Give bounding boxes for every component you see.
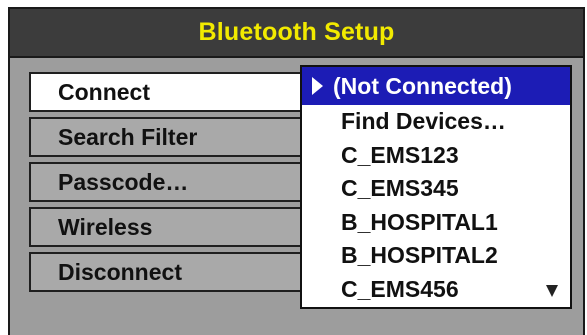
page-title: Bluetooth Setup [198,18,395,46]
menu-item-passcode[interactable]: Passcode… [29,162,309,202]
bluetooth-setup-screen: Bluetooth Setup Connect Search Filter Pa… [0,0,587,335]
menu-item-search-filter[interactable]: Search Filter [29,117,309,157]
menu-item-wireless[interactable]: Wireless [29,207,309,247]
settings-menu: Connect Search Filter Passcode… Wireless… [29,72,309,297]
setup-panel: Connect Search Filter Passcode… Wireless… [8,58,585,335]
device-list: Find Devices… C_EMS123 C_EMS345 B_HOSPIT… [302,105,570,306]
dropdown-option-device[interactable]: B_HOSPITAL2 [302,239,570,273]
dropdown-option-device[interactable]: C_EMS456 [302,273,570,307]
dropdown-selected-option[interactable]: (Not Connected) [302,67,570,105]
dropdown-option-find-devices[interactable]: Find Devices… [302,105,570,139]
device-dropdown: (Not Connected) Find Devices… C_EMS123 C… [300,65,572,309]
dropdown-option-device[interactable]: B_HOSPITAL1 [302,206,570,240]
menu-item-connect[interactable]: Connect [29,72,309,112]
dropdown-selected-label: (Not Connected) [333,72,512,99]
dropdown-option-device[interactable]: C_EMS345 [302,172,570,206]
triangle-right-icon [312,77,323,95]
title-bar: Bluetooth Setup [8,7,585,58]
menu-item-disconnect[interactable]: Disconnect [29,252,309,292]
triangle-down-icon[interactable] [546,285,558,297]
dropdown-option-device[interactable]: C_EMS123 [302,139,570,173]
